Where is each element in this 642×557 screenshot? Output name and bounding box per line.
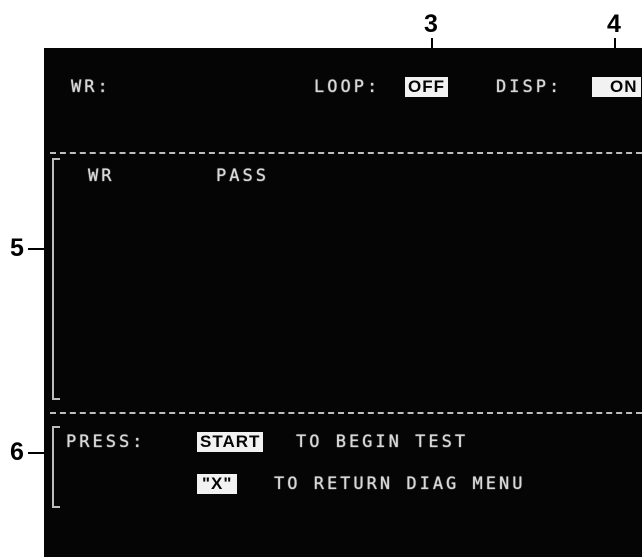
- disp-label: DISP:: [496, 77, 563, 97]
- results-bracket: [52, 158, 60, 400]
- callout-5: 5: [10, 234, 24, 262]
- press-label: PRESS:: [66, 432, 146, 452]
- results-col-pass: PASS: [216, 166, 269, 186]
- start-instruction: TO BEGIN TEST: [296, 432, 469, 452]
- callout-3: 3: [424, 10, 438, 38]
- terminal-screen: WR: LOOP: OFF DISP: ON WR PASS PRESS: ST…: [44, 48, 642, 557]
- separator-bottom: [50, 412, 642, 414]
- callout-6: 6: [10, 438, 24, 466]
- loop-value[interactable]: OFF: [405, 77, 448, 97]
- figure: 3 4 5 6 WR: LOOP: OFF DISP: ON WR PASS P…: [0, 0, 642, 557]
- wr-label: WR:: [71, 77, 111, 97]
- loop-label: LOOP:: [314, 77, 381, 97]
- callout-4: 4: [607, 10, 621, 38]
- x-instruction: TO RETURN DIAG MENU: [274, 474, 526, 494]
- separator-top: [50, 152, 642, 154]
- disp-value[interactable]: ON: [592, 77, 641, 97]
- prompt-bracket: [52, 426, 60, 508]
- x-key[interactable]: "X": [197, 474, 238, 494]
- start-key[interactable]: START: [197, 432, 264, 452]
- results-col-wr: WR: [88, 166, 115, 186]
